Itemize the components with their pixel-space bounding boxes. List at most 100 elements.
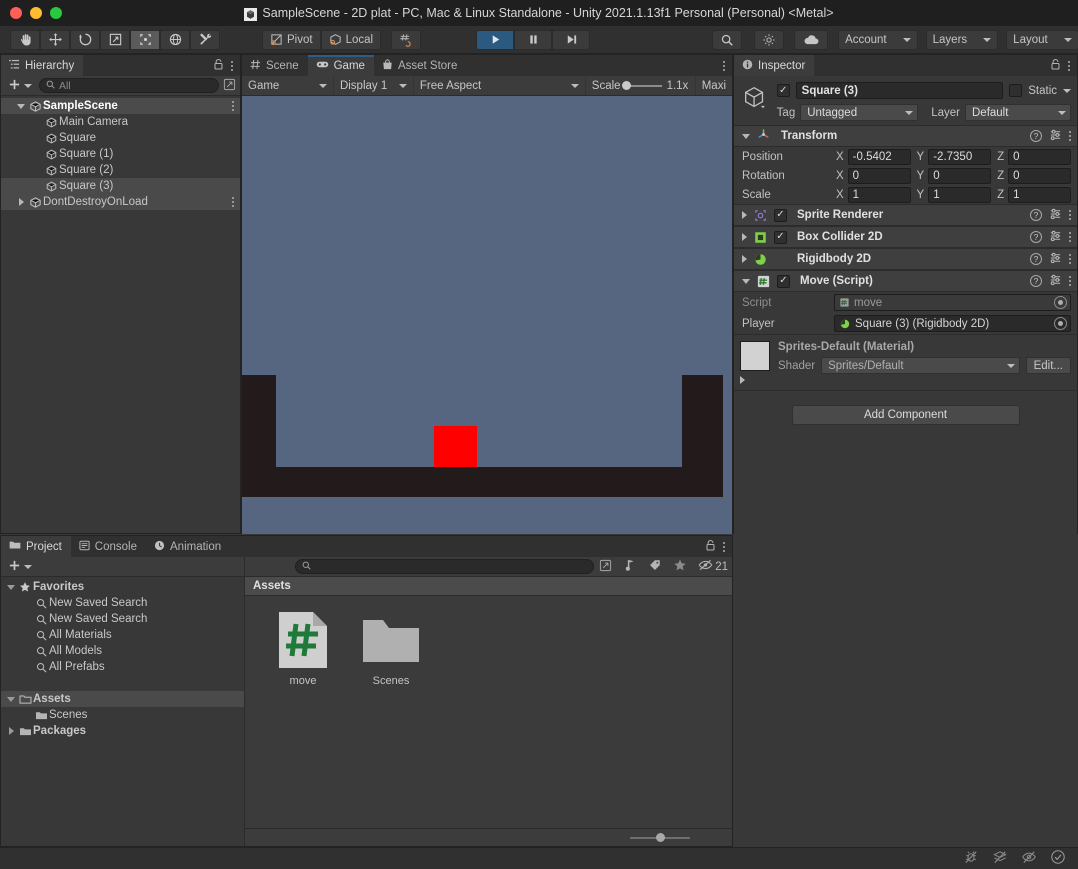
maximize-window-button[interactable]	[50, 7, 62, 19]
hierarchy-item-menu-icon[interactable]	[232, 197, 234, 207]
hidden-packages-toggle[interactable]: 21	[698, 559, 728, 574]
component-menu-icon[interactable]	[1069, 276, 1071, 286]
hierarchy-item-main-camera[interactable]: Main Camera	[1, 114, 240, 130]
lock-icon[interactable]	[705, 539, 716, 554]
transform-component-header[interactable]: Transform ?	[734, 125, 1077, 147]
component-header-rigidbody-2d[interactable]: Rigidbody 2D?	[734, 248, 1077, 270]
project-tree-item-all-materials[interactable]: All Materials	[1, 627, 244, 643]
filter-by-label-icon[interactable]	[648, 558, 662, 575]
component-menu-icon[interactable]	[1069, 232, 1071, 242]
hierarchy-menu-icon[interactable]	[231, 60, 233, 71]
hierarchy-item-square-2[interactable]: Square (2)	[1, 162, 240, 178]
position-y-input[interactable]: -2.7350	[928, 148, 992, 165]
minimize-window-button[interactable]	[30, 7, 42, 19]
display-number-dropdown[interactable]: Display 1	[334, 76, 414, 95]
custom-tool-button[interactable]	[190, 29, 220, 50]
transform-tool-button[interactable]	[160, 29, 190, 50]
script-object-field[interactable]: move	[834, 294, 1071, 311]
expand-arrow-right-icon[interactable]	[5, 727, 17, 735]
help-icon[interactable]: ?	[1030, 253, 1042, 265]
expand-arrow-down-icon[interactable]	[5, 584, 17, 590]
component-enabled-checkbox[interactable]: ✓	[777, 274, 790, 288]
rotate-tool-button[interactable]	[70, 29, 100, 50]
scale-z-input[interactable]: 1	[1008, 186, 1071, 203]
component-menu-icon[interactable]	[1069, 131, 1071, 141]
project-tree-item-new-saved-search[interactable]: New Saved Search	[1, 611, 244, 627]
hand-tool-button[interactable]	[10, 29, 40, 50]
tab-asset-store[interactable]: Asset Store	[374, 55, 466, 76]
position-x-input[interactable]: -0.5402	[847, 148, 911, 165]
help-icon[interactable]: ?	[1030, 275, 1042, 287]
tag-dropdown[interactable]: Untagged	[800, 104, 919, 121]
project-search-expand-icon[interactable]	[599, 559, 612, 575]
help-icon[interactable]: ?	[1030, 209, 1042, 221]
project-tree-item-assets[interactable]: Assets	[1, 691, 244, 707]
asset-item-scenes[interactable]: Scenes	[359, 610, 423, 687]
expand-arrow-down-icon[interactable]	[5, 696, 17, 702]
project-tree-item-favorites[interactable]: Favorites	[1, 579, 244, 595]
project-search-input[interactable]	[295, 559, 595, 574]
scale-y-input[interactable]: 1	[928, 186, 992, 203]
project-tree-item-scenes[interactable]: Scenes	[1, 707, 244, 723]
search-icon-button[interactable]	[712, 29, 743, 50]
tab-console[interactable]: Console	[71, 536, 146, 557]
project-tree-item-packages[interactable]: Packages	[1, 723, 244, 739]
create-asset-button[interactable]	[5, 559, 35, 575]
scale-slider[interactable]: Scale 1.1x	[586, 76, 696, 95]
hierarchy-item-square-3[interactable]: Square (3)	[1, 178, 240, 194]
account-dropdown[interactable]: Account	[838, 29, 918, 50]
component-expand-arrow-icon[interactable]	[742, 211, 747, 219]
component-expand-arrow-icon[interactable]	[742, 278, 750, 284]
object-enabled-checkbox[interactable]: ✓	[776, 84, 790, 97]
step-button[interactable]	[552, 29, 591, 50]
project-tree-item-all-prefabs[interactable]: All Prefabs	[1, 659, 244, 675]
favorites-star-icon[interactable]	[673, 558, 687, 575]
static-dropdown-icon[interactable]	[1063, 88, 1071, 93]
static-checkbox[interactable]: ✓	[1009, 84, 1023, 97]
rotation-y-input[interactable]: 0	[928, 167, 992, 184]
services-icon-button[interactable]	[754, 29, 785, 50]
component-expand-arrow-icon[interactable]	[742, 255, 747, 263]
preset-icon[interactable]	[1049, 229, 1062, 245]
rect-tool-button[interactable]	[130, 29, 160, 50]
object-picker-icon[interactable]	[1054, 317, 1067, 330]
pivot-toggle-button[interactable]: Pivot	[262, 29, 321, 50]
move-tool-button[interactable]	[40, 29, 70, 50]
scale-x-input[interactable]: 1	[847, 186, 911, 203]
component-header-move-script[interactable]: ✓ Move (Script)?	[734, 270, 1077, 292]
expand-arrow-down-icon[interactable]	[15, 103, 27, 109]
filter-by-type-icon[interactable]	[623, 558, 637, 575]
component-menu-icon[interactable]	[1069, 254, 1071, 264]
project-tree-item-all-models[interactable]: All Models	[1, 643, 244, 659]
pause-button[interactable]	[514, 29, 553, 50]
scale-tool-button[interactable]	[100, 29, 130, 50]
play-button[interactable]	[476, 29, 515, 50]
cloud-icon-button[interactable]	[794, 29, 829, 50]
expand-arrow-right-icon[interactable]	[15, 198, 27, 206]
hierarchy-search-expand-icon[interactable]	[223, 78, 236, 94]
hierarchy-item-menu-icon[interactable]	[232, 101, 234, 111]
position-z-input[interactable]: 0	[1008, 148, 1071, 165]
component-header-sprite-renderer[interactable]: ✓ Sprite Renderer?	[734, 204, 1077, 226]
tab-project[interactable]: Project	[1, 536, 71, 557]
bug-muted-icon[interactable]	[963, 849, 979, 868]
check-circle-icon[interactable]	[1050, 849, 1066, 868]
layers-dropdown[interactable]: Layers	[925, 29, 999, 50]
object-picker-icon[interactable]	[1054, 296, 1067, 309]
component-menu-icon[interactable]	[1069, 210, 1071, 220]
scale-slider-track[interactable]	[621, 81, 662, 90]
component-header-box-collider-2d[interactable]: ✓ Box Collider 2D?	[734, 226, 1077, 248]
project-menu-icon[interactable]	[723, 541, 725, 552]
hierarchy-item-square[interactable]: Square	[1, 130, 240, 146]
preset-icon[interactable]	[1049, 128, 1062, 144]
window-controls[interactable]	[10, 7, 62, 19]
object-name-input[interactable]: Square (3)	[795, 82, 1004, 99]
eye-off-icon[interactable]	[1021, 849, 1037, 868]
inspector-menu-icon[interactable]	[1068, 60, 1070, 71]
component-expand-arrow-icon[interactable]	[742, 233, 747, 241]
maximize-on-play-toggle[interactable]: Maxi	[696, 76, 732, 95]
local-toggle-button[interactable]: Local	[320, 29, 382, 50]
tab-inspector[interactable]: Inspector	[734, 55, 815, 76]
asset-item-move[interactable]: move	[271, 610, 335, 687]
lock-icon[interactable]	[1050, 58, 1061, 73]
